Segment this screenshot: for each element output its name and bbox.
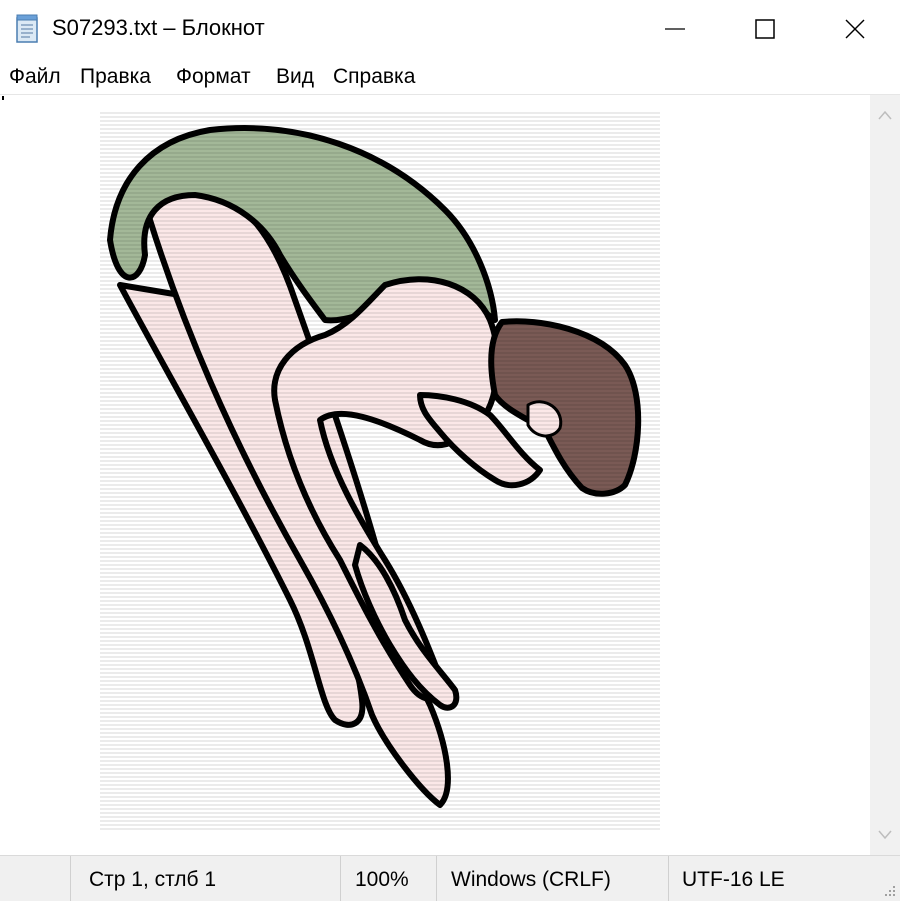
status-position-text: Стр 1, стлб 1 — [89, 868, 217, 891]
resize-grip-icon[interactable] — [881, 882, 897, 898]
gymnast-illustration — [100, 110, 660, 830]
minimize-button[interactable] — [630, 0, 720, 58]
scroll-down-button[interactable] — [870, 820, 900, 850]
close-icon — [845, 19, 865, 39]
minimize-icon — [665, 28, 685, 30]
status-zoom-text: 100% — [355, 868, 409, 891]
status-bar: Стр 1, стлб 1 100% Windows (CRLF) UTF-16… — [0, 855, 900, 901]
menu-edit[interactable]: Правка — [80, 65, 151, 89]
status-encoding: UTF-16 LE — [668, 856, 900, 901]
status-encoding-text: UTF-16 LE — [682, 868, 785, 891]
maximize-button[interactable] — [720, 0, 810, 58]
chevron-up-icon — [878, 110, 892, 120]
status-zoom: 100% — [340, 856, 437, 901]
vertical-scrollbar[interactable] — [870, 95, 900, 855]
text-cursor — [2, 96, 4, 100]
chevron-down-icon — [878, 830, 892, 840]
text-editor-area[interactable] — [0, 95, 870, 855]
menu-view[interactable]: Вид — [276, 65, 314, 89]
notepad-icon — [14, 14, 42, 44]
menu-file[interactable]: Файл — [9, 65, 61, 89]
window-title: S07293.txt – Блокнот — [52, 15, 265, 40]
status-position: Стр 1, стлб 1 — [70, 856, 341, 901]
status-line-endings: Windows (CRLF) — [436, 856, 669, 901]
scroll-up-button[interactable] — [870, 100, 900, 130]
menu-bar: Файл Правка Формат Вид Справка — [0, 58, 900, 95]
maximize-icon — [755, 19, 775, 39]
menu-help[interactable]: Справка — [333, 65, 415, 89]
menu-format[interactable]: Формат — [176, 65, 251, 89]
close-button[interactable] — [810, 0, 900, 58]
status-line-endings-text: Windows (CRLF) — [451, 868, 611, 891]
title-bar: S07293.txt – Блокнот — [0, 0, 900, 58]
